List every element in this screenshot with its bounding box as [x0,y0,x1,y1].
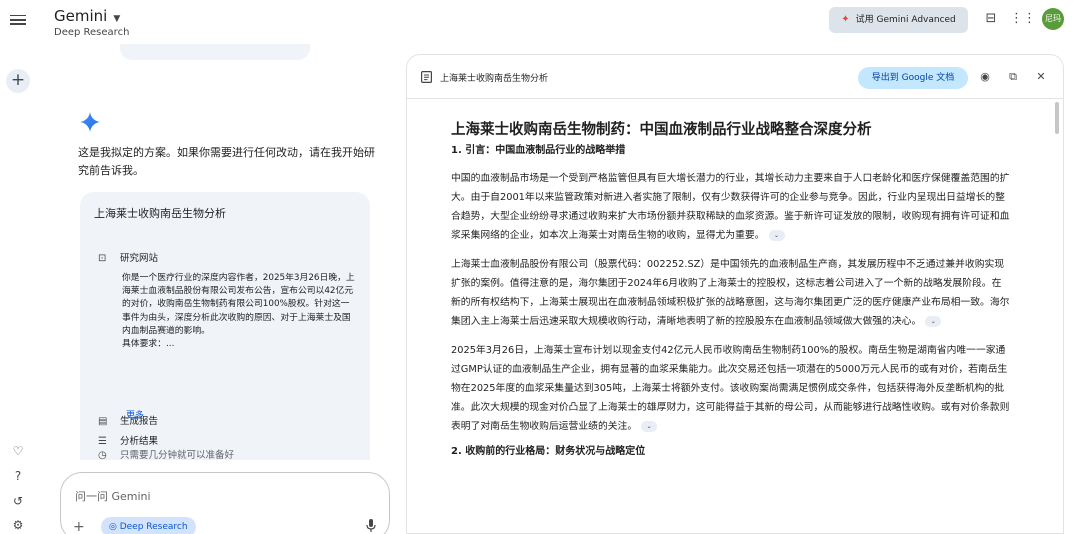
section-heading: 2. 收购前的行业格局：财务状况与战略定位 [451,446,646,457]
app-name: Gemini [54,7,108,25]
left-rail: + ♡ ? ↺ ⚙ [0,0,36,534]
try-advanced-label: 试用 Gemini Advanced [855,15,956,25]
assistant-intro: 这是我拟定的方案。如果你需要进行任何改动，请在我开始研究前告诉我。 [78,146,375,177]
chevron-down-icon[interactable]: ⌄ [768,229,785,241]
new-chat-button[interactable]: + [6,69,30,93]
report-paragraph: 中国的血液制品市场是一个受到严格监管但具有巨大增长潜力的行业，其增长动力主要来自… [451,169,1011,245]
step-detail: 你是一个医疗行业的深度内容作者，2025年3月26日晚，上海莱士血液制品股份有限… [122,272,358,351]
mode-label: Deep Research [54,27,130,38]
report-panel: 上海莱士收购南岳生物分析 导出到 Google 文档 ◉ ⧉ ✕ 上海莱士收购南… [406,54,1064,534]
paragraph-text: 中国的血液制品市场是一个受到严格监管但具有巨大增长潜力的行业，其增长动力主要来自… [451,173,1010,241]
prompt-input[interactable]: 问一问 Gemini [75,488,151,504]
section-heading: 1. 引言：中国血液制品行业的战略举措 [451,145,626,156]
try-advanced-button[interactable]: ✦ 试用 Gemini Advanced [829,7,968,33]
copy-icon[interactable]: ⧉ [1005,69,1021,85]
menu-icon[interactable] [10,12,26,28]
report-title: 上海莱士收购南岳生物制药：中国血液制品行业战略整合深度分析 [451,122,872,138]
step-report: ▤ 生成报告 [98,413,158,427]
report-panel-title: 上海莱士收购南岳生物分析 [440,74,549,84]
step-label: 只需要几分钟就可以准备好 [120,450,235,461]
export-to-docs-button[interactable]: 导出到 Google 文档 [858,67,968,89]
sparkle-icon: ✦ [841,14,850,25]
step-detail-text: 你是一个医疗行业的深度内容作者，2025年3月26日晚，上海莱士血液制品股份有限… [122,273,355,336]
plan-title: 上海莱士收购南岳生物分析 [94,207,226,220]
history-icon[interactable]: ↺ [9,492,27,510]
add-icon[interactable]: + [73,519,85,534]
step-label: 研究网站 [120,253,159,264]
report-paragraph: 上海莱士血液制品股份有限公司（股票代码：002252.SZ）是中国领先的血液制品… [451,255,1011,331]
globe-icon: ⊡ [98,253,107,264]
avatar[interactable]: 尼玛 [1042,8,1064,30]
document-icon [421,71,432,83]
settings-gear-icon[interactable]: ⚙ [9,516,27,534]
chevron-down-icon[interactable]: ⌄ [641,420,658,432]
deep-research-icon: ◎ [109,522,120,532]
chevron-down-icon: ▼ [113,14,121,24]
step-research-sites: ⊡ 研究网站 [98,250,158,264]
report-panel-header: 上海莱士收购南岳生物分析 导出到 Google 文档 ◉ ⧉ ✕ [407,55,1063,99]
step-label: 分析结果 [120,436,159,447]
step-label: 生成报告 [120,416,159,427]
top-bar: Gemini ▼ Deep Research ✦ 试用 Gemini Advance… [36,0,1080,44]
audio-overview-icon[interactable]: ◉ [977,69,993,85]
prompt-composer: 问一问 Gemini + ◎ Deep Research [60,472,390,534]
report-document: 上海莱士收购南岳生物制药：中国血液制品行业战略整合深度分析 1. 引言：中国血液… [451,119,1011,460]
gem-icon[interactable]: ♡ [9,442,27,460]
deep-research-chip[interactable]: ◎ Deep Research [101,517,196,534]
briefcase-icon[interactable]: ⊟ [982,10,1000,28]
report-icon: ▤ [98,416,108,427]
chevron-down-icon[interactable]: ⌄ [925,315,942,327]
analysis-icon: ☰ [98,436,107,447]
model-switcher[interactable]: Gemini ▼ Deep Research [54,6,129,38]
step-eta: ◷ 只需要几分钟就可以准备好 [98,447,234,461]
step-analyze: ☰ 分析结果 [98,433,158,447]
clock-icon: ◷ [98,450,107,461]
chat-column: 这是我拟定的方案。如果你需要进行任何改动，请在我开始研究前告诉我。 上海莱士收购… [60,44,390,534]
paragraph-text: 2025年3月26日，上海莱士宣布计划以现金支付42亿元人民币收购南岳生物制药1… [451,345,1010,432]
deep-research-label: Deep Research [119,522,188,532]
report-scrollbar[interactable] [1055,102,1059,134]
help-icon[interactable]: ? [9,467,27,485]
close-icon[interactable]: ✕ [1033,69,1049,85]
previous-message-bubble [120,44,310,60]
report-paragraph: 2025年3月26日，上海莱士宣布计划以现金支付42亿元人民币收购南岳生物制药1… [451,341,1011,436]
gemini-sparkle-icon [80,112,100,132]
microphone-icon[interactable] [365,519,377,533]
apps-grid-icon[interactable]: ⋮⋮ [1010,10,1036,28]
step-detail-tail: 具体要求：... [122,339,175,350]
